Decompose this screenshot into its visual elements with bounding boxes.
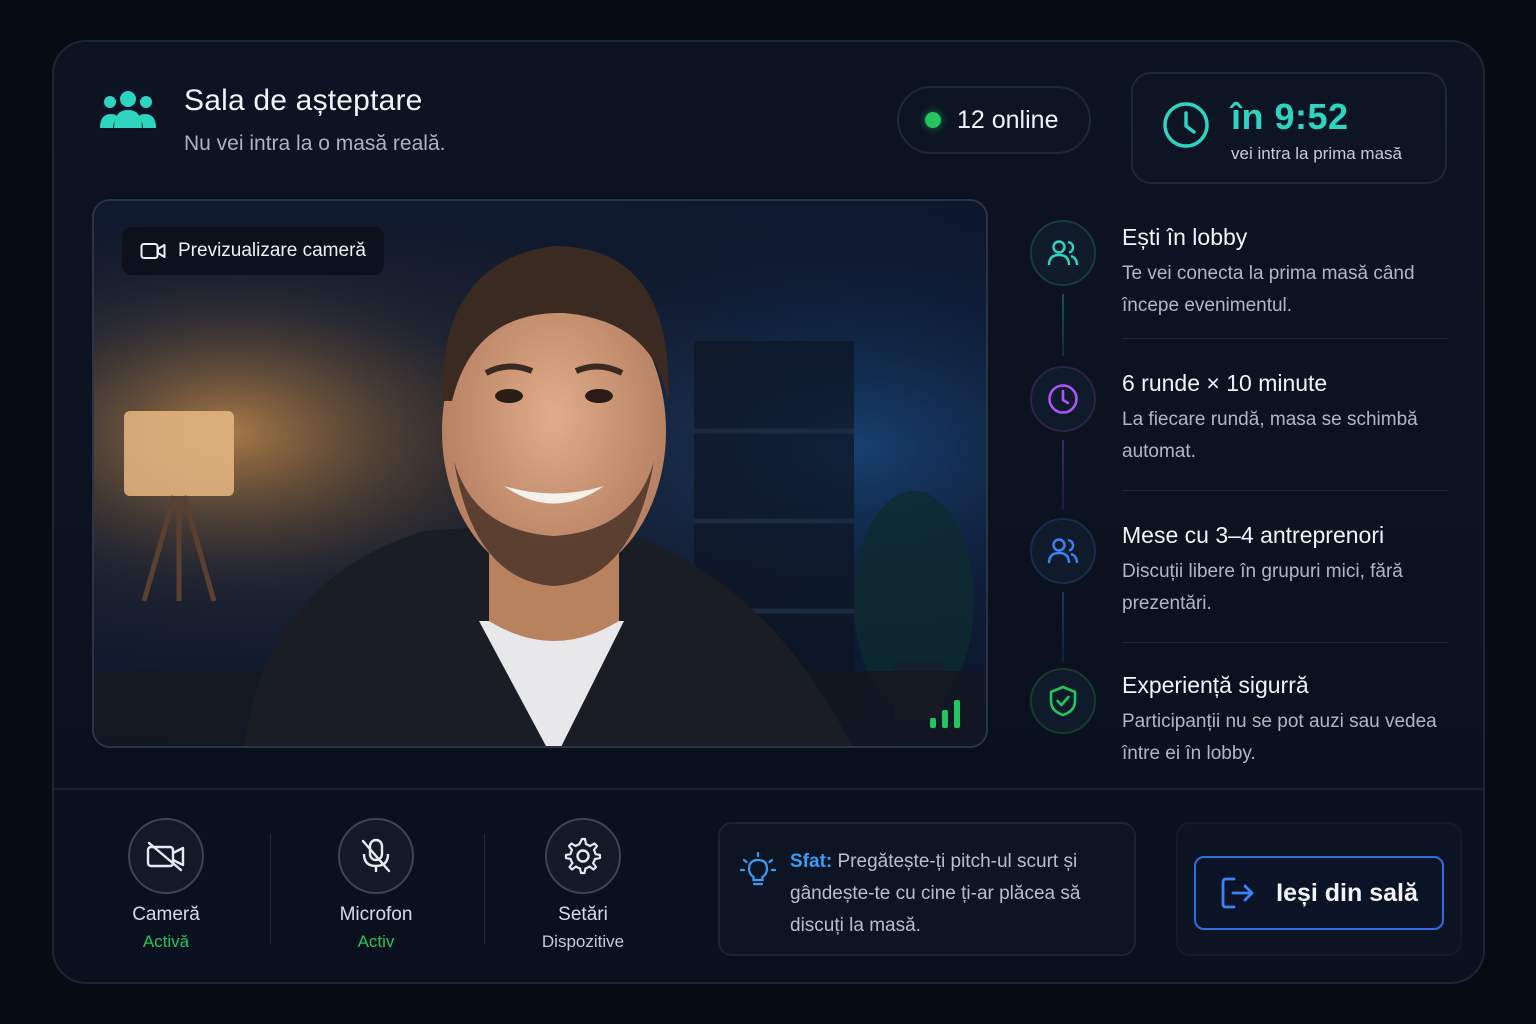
camera-preview: Previzualizare cameră — [92, 199, 988, 748]
step-title: 6 runde × 10 minute — [1122, 370, 1328, 396]
online-count-badge: 12 online — [897, 86, 1091, 154]
users-icon — [1047, 538, 1079, 564]
leave-room-button[interactable]: Ieși din sală — [1194, 856, 1444, 930]
step-title: Ești în lobby — [1122, 224, 1248, 250]
step-divider — [1122, 642, 1448, 643]
step-description: Participanții nu se pot auzi sau vedea î… — [1122, 711, 1437, 764]
step-divider — [1122, 490, 1448, 491]
tip-box: Sfat: Pregătește-ți pitch-ul scurt și gâ… — [718, 822, 1136, 956]
step-connector — [1062, 294, 1064, 356]
control-divider — [484, 834, 485, 944]
tip-body: Pregătește-ți pitch-ul scurt și gândește… — [790, 851, 1081, 936]
leave-room-label: Ieși din sală — [1276, 878, 1418, 907]
step-icon-circle — [1030, 668, 1096, 734]
clock-icon — [1163, 102, 1209, 148]
waiting-room-panel: Sala de așteptare Nu vei intra la o masă… — [52, 40, 1485, 984]
tip-label: Sfat: — [790, 851, 833, 872]
step-connector — [1062, 592, 1064, 662]
microphone-control-status: Activ — [357, 932, 395, 951]
control-divider — [270, 834, 271, 944]
microphone-toggle-button[interactable] — [338, 818, 414, 894]
online-status-dot — [925, 112, 941, 128]
microphone-control-label: Microfon — [339, 904, 413, 925]
camera-preview-label-text: Previzualizare cameră — [178, 240, 366, 261]
lightbulb-icon — [740, 852, 776, 886]
camera-preview-image — [94, 201, 986, 746]
mic-off-icon — [361, 838, 391, 873]
step-description: Discuții libere în grupuri mici, fără pr… — [1122, 561, 1403, 614]
settings-control: Setări Dispozitive — [503, 818, 663, 952]
step-title: Mese cu 3–4 antreprenori — [1122, 522, 1385, 548]
step-divider — [1122, 338, 1448, 339]
page-subtitle: Nu vei intra la o masă reală. — [184, 132, 446, 155]
settings-control-label: Setări — [558, 904, 608, 925]
gear-icon — [564, 837, 602, 875]
step-connector — [1062, 440, 1064, 510]
camera-control-status: Activă — [142, 932, 190, 951]
shield-check-icon — [1049, 685, 1077, 717]
step-icon-circle — [1030, 518, 1096, 584]
bottom-bar-divider — [54, 788, 1483, 790]
settings-button[interactable] — [545, 818, 621, 894]
video-camera-icon — [140, 243, 166, 259]
signal-strength-icon — [930, 700, 960, 728]
log-out-icon — [1221, 877, 1254, 909]
camera-control-label: Cameră — [132, 904, 200, 925]
users-icon — [1047, 240, 1079, 266]
microphone-control: Microfon Activ — [296, 818, 456, 952]
page-title: Sala de așteptare — [184, 84, 423, 117]
camera-off-icon — [146, 841, 185, 872]
step-description: Te vei conecta la prima masă când începe… — [1122, 263, 1415, 316]
settings-control-status: Dispozitive — [541, 932, 625, 951]
countdown-timer: în 9:52 vei intra la prima masă — [1131, 72, 1447, 184]
tip-text: Sfat: Pregătește-ți pitch-ul scurt și gâ… — [790, 846, 1122, 942]
camera-preview-label: Previzualizare cameră — [122, 227, 384, 275]
online-count-text: 12 online — [957, 105, 1059, 134]
countdown-caption: vei intra la prima masă — [1231, 144, 1403, 163]
step-description: La fiecare rundă, masa se schimbă automa… — [1122, 409, 1418, 462]
camera-control: Cameră Activă — [86, 818, 246, 952]
clock-icon — [1048, 384, 1078, 414]
countdown-value: în 9:52 — [1231, 96, 1349, 137]
camera-toggle-button[interactable] — [128, 818, 204, 894]
step-title: Experiență sigurră — [1122, 672, 1309, 698]
exit-area: Ieși din sală — [1176, 822, 1462, 956]
users-group-icon — [100, 91, 156, 128]
step-icon-circle — [1030, 366, 1096, 432]
step-icon-circle — [1030, 220, 1096, 286]
